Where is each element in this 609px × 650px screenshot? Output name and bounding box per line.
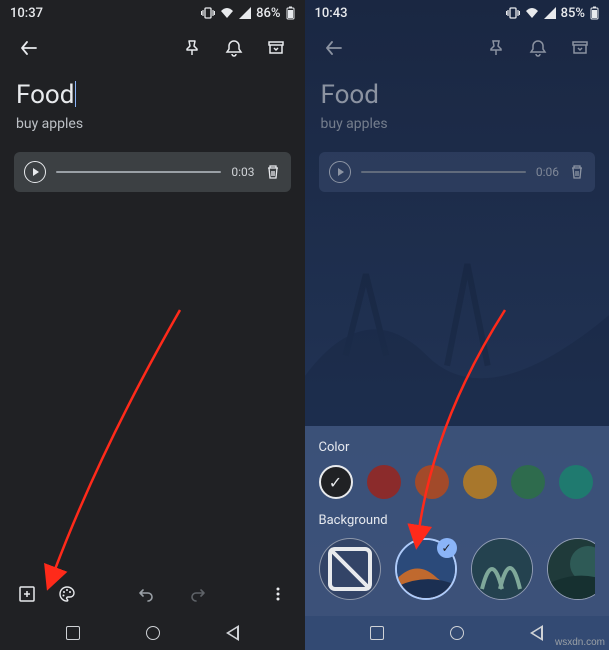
note-content: Food buy apples [0,70,305,132]
app-bar [0,26,305,70]
archive-button[interactable] [563,31,597,65]
audio-track[interactable] [56,171,221,173]
no-image-icon [320,539,380,599]
home-button[interactable] [450,626,464,640]
arrow-left-icon [19,38,39,58]
selected-check-icon: ✓ [437,538,457,558]
color-background-sheet[interactable]: Color Background ✓ [305,426,609,616]
battery-text: 86% [256,6,280,21]
bell-icon [529,39,547,57]
note-editor-screen: 10:37 86% Food [0,0,305,650]
vibrate-icon [201,7,215,19]
delete-audio-button[interactable] [569,164,585,180]
battery-icon [590,6,599,20]
note-title[interactable]: Food [16,80,76,110]
background-option-1[interactable]: ✓ [395,538,457,600]
bg-thumb-abstract [548,539,596,599]
color-swatch-1[interactable] [367,465,401,499]
redo-icon [189,585,207,603]
signal-icon [239,7,251,19]
note-body[interactable]: buy apples [321,116,594,132]
color-swatch-3[interactable] [463,465,497,499]
background-picker-screen: 10:43 85% Food buy apples [305,0,609,650]
add-box-icon [18,585,36,603]
add-button[interactable] [10,577,44,611]
bottom-toolbar [0,572,305,616]
background-option-3[interactable] [547,538,596,600]
clock: 10:37 [10,6,43,21]
wifi-icon [220,7,234,19]
trash-icon [569,164,585,180]
play-button[interactable] [329,161,351,183]
pin-button[interactable] [175,31,209,65]
more-vert-icon [269,585,287,603]
background-option-2[interactable] [471,538,533,600]
back-nav-button[interactable] [226,625,239,641]
background-row: ✓ [319,538,596,600]
note-title[interactable]: Food [321,80,379,110]
audio-duration: 0:06 [536,165,559,179]
back-nav-button[interactable] [530,625,543,641]
watermark: wsxdn.com [555,637,605,648]
reminder-button[interactable] [521,31,555,65]
delete-audio-button[interactable] [265,164,281,180]
audio-duration: 0:03 [231,165,254,179]
pin-icon [183,39,201,57]
wifi-icon [525,7,539,19]
play-button[interactable] [24,161,46,183]
more-button[interactable] [261,577,295,611]
audio-recording[interactable]: 0:06 [319,152,596,192]
archive-button[interactable] [259,31,293,65]
color-swatch-4[interactable] [511,465,545,499]
color-swatch-2[interactable] [415,465,449,499]
color-swatch-0[interactable] [319,465,353,499]
status-bar: 10:37 86% [0,0,305,26]
arrow-left-icon [324,38,344,58]
trash-icon [265,164,281,180]
reminder-button[interactable] [217,31,251,65]
color-label: Color [319,440,596,455]
audio-recording[interactable]: 0:03 [14,152,291,192]
background-none[interactable] [319,538,381,600]
background-illustration [305,220,609,430]
note-content: Food buy apples [305,70,609,132]
bg-thumb-leaves [472,539,532,599]
palette-button[interactable] [50,577,84,611]
redo-button[interactable] [181,577,215,611]
color-row [319,465,596,499]
undo-button[interactable] [129,577,163,611]
archive-icon [571,39,589,57]
annotation-arrow [40,300,200,604]
color-swatch-5[interactable] [559,465,593,499]
signal-icon [544,7,556,19]
status-bar: 10:43 85% [305,0,609,26]
battery-text: 85% [561,6,585,21]
audio-track[interactable] [361,171,526,173]
bell-icon [225,39,243,57]
clock: 10:43 [315,6,348,21]
palette-icon [58,585,76,603]
system-nav-bar [0,616,305,650]
back-button[interactable] [317,31,351,65]
back-button[interactable] [12,31,46,65]
background-label: Background [319,513,596,528]
note-body[interactable]: buy apples [16,116,289,132]
app-bar [305,26,609,70]
archive-icon [267,39,285,57]
battery-icon [286,6,295,20]
recents-button[interactable] [370,626,384,640]
vibrate-icon [506,7,520,19]
recents-button[interactable] [66,626,80,640]
pin-icon [487,39,505,57]
pin-button[interactable] [479,31,513,65]
undo-icon [137,585,155,603]
home-button[interactable] [146,626,160,640]
